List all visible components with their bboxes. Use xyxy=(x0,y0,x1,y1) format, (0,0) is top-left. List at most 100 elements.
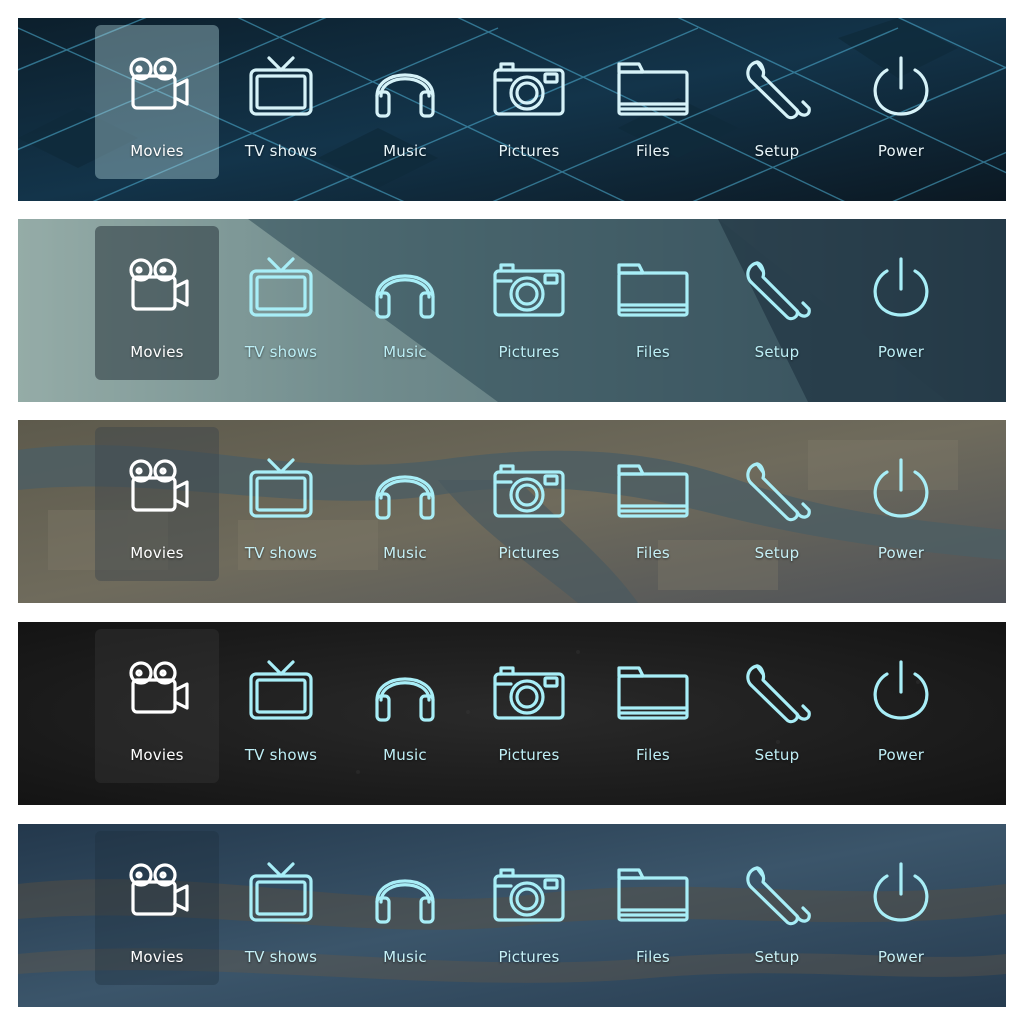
menu-item-label: Files xyxy=(636,948,670,966)
menu-item-music[interactable]: Music xyxy=(343,25,467,179)
folder-icon xyxy=(611,46,695,130)
menu-item-power[interactable]: Power xyxy=(839,831,963,985)
tv-icon xyxy=(239,247,323,331)
menu-item-pictures[interactable]: Pictures xyxy=(467,629,591,783)
menu-item-label: Files xyxy=(636,544,670,562)
menu-item-label: Music xyxy=(383,142,427,160)
menu-item-label: Files xyxy=(636,142,670,160)
menu-item-label: TV shows xyxy=(244,544,318,562)
power-icon xyxy=(859,852,943,936)
main-menu: Movies TV shows Music Pictures Files Set… xyxy=(95,25,965,179)
menu-item-music[interactable]: Music xyxy=(343,629,467,783)
wrench-icon xyxy=(735,650,819,734)
menu-panel-concrete: Movies TV shows Music Pictures Files Set… xyxy=(18,219,1006,402)
folder-icon xyxy=(611,448,695,532)
menu-item-label: TV shows xyxy=(244,948,318,966)
wrench-icon xyxy=(735,247,819,331)
menu-item-label: TV shows xyxy=(244,142,318,160)
menu-item-pictures[interactable]: Pictures xyxy=(467,831,591,985)
menu-item-movies[interactable]: Movies xyxy=(95,831,219,985)
menu-item-tv-shows[interactable]: TV shows xyxy=(219,226,343,380)
menu-item-setup[interactable]: Setup xyxy=(715,427,839,581)
menu-item-files[interactable]: Files xyxy=(591,226,715,380)
menu-item-label: Power xyxy=(877,343,925,361)
menu-item-tv-shows[interactable]: TV shows xyxy=(219,25,343,179)
menu-item-label: Files xyxy=(636,343,670,361)
headphones-icon xyxy=(363,448,447,532)
menu-item-music[interactable]: Music xyxy=(343,226,467,380)
menu-panel-rock: Movies TV shows Music Pictures Files Set… xyxy=(18,824,1006,1007)
menu-item-pictures[interactable]: Pictures xyxy=(467,226,591,380)
menu-item-label: Setup xyxy=(754,948,800,966)
menu-item-label: Movies xyxy=(130,948,184,966)
menu-panel-dark-asphalt: Movies TV shows Music Pictures Files Set… xyxy=(18,622,1006,805)
menu-item-files[interactable]: Files xyxy=(591,831,715,985)
main-menu: Movies TV shows Music Pictures Files Set… xyxy=(95,629,965,783)
camera-icon xyxy=(487,852,571,936)
menu-item-files[interactable]: Files xyxy=(591,629,715,783)
menu-item-label: Pictures xyxy=(498,544,560,562)
menu-item-label: Power xyxy=(877,948,925,966)
menu-item-power[interactable]: Power xyxy=(839,226,963,380)
menu-item-label: Setup xyxy=(754,343,800,361)
camera-icon xyxy=(487,46,571,130)
main-menu: Movies TV shows Music Pictures Files Set… xyxy=(95,226,965,380)
menu-item-movies[interactable]: Movies xyxy=(95,226,219,380)
menu-item-tv-shows[interactable]: TV shows xyxy=(219,831,343,985)
menu-item-label: Setup xyxy=(754,544,800,562)
menu-item-music[interactable]: Music xyxy=(343,831,467,985)
main-menu: Movies TV shows Music Pictures Files Set… xyxy=(95,427,965,581)
menu-item-label: Music xyxy=(383,948,427,966)
headphones-icon xyxy=(363,852,447,936)
menu-item-pictures[interactable]: Pictures xyxy=(467,427,591,581)
menu-item-pictures[interactable]: Pictures xyxy=(467,25,591,179)
menu-item-music[interactable]: Music xyxy=(343,427,467,581)
power-icon xyxy=(859,448,943,532)
menu-item-files[interactable]: Files xyxy=(591,427,715,581)
menu-item-label: Pictures xyxy=(498,948,560,966)
headphones-icon xyxy=(363,247,447,331)
movie-camera-icon xyxy=(115,46,199,130)
tv-icon xyxy=(239,448,323,532)
menu-item-movies[interactable]: Movies xyxy=(95,629,219,783)
menu-item-files[interactable]: Files xyxy=(591,25,715,179)
tv-icon xyxy=(239,650,323,734)
menu-item-movies[interactable]: Movies xyxy=(95,427,219,581)
wrench-icon xyxy=(735,448,819,532)
headphones-icon xyxy=(363,650,447,734)
menu-item-setup[interactable]: Setup xyxy=(715,831,839,985)
headphones-icon xyxy=(363,46,447,130)
menu-item-setup[interactable]: Setup xyxy=(715,226,839,380)
movie-camera-icon xyxy=(115,852,199,936)
menu-item-label: Power xyxy=(877,746,925,764)
movie-camera-icon xyxy=(115,448,199,532)
menu-item-label: Pictures xyxy=(498,343,560,361)
menu-item-label: TV shows xyxy=(244,343,318,361)
power-icon xyxy=(859,247,943,331)
movie-camera-icon xyxy=(115,650,199,734)
menu-item-label: Movies xyxy=(130,544,184,562)
menu-item-label: Music xyxy=(383,544,427,562)
menu-item-setup[interactable]: Setup xyxy=(715,629,839,783)
menu-item-tv-shows[interactable]: TV shows xyxy=(219,427,343,581)
menu-item-label: Setup xyxy=(754,746,800,764)
tv-icon xyxy=(239,46,323,130)
menu-item-setup[interactable]: Setup xyxy=(715,25,839,179)
menu-item-label: Pictures xyxy=(498,746,560,764)
folder-icon xyxy=(611,247,695,331)
menu-item-movies[interactable]: Movies xyxy=(95,25,219,179)
menu-item-label: Pictures xyxy=(498,142,560,160)
menu-panel-blue-cubes: Movies TV shows Music Pictures Files Set… xyxy=(18,18,1006,201)
menu-item-power[interactable]: Power xyxy=(839,25,963,179)
menu-item-label: Movies xyxy=(130,746,184,764)
folder-icon xyxy=(611,852,695,936)
main-menu: Movies TV shows Music Pictures Files Set… xyxy=(95,831,965,985)
movie-camera-icon xyxy=(115,247,199,331)
wrench-icon xyxy=(735,852,819,936)
menu-item-label: Power xyxy=(877,544,925,562)
menu-item-power[interactable]: Power xyxy=(839,427,963,581)
folder-icon xyxy=(611,650,695,734)
menu-item-power[interactable]: Power xyxy=(839,629,963,783)
menu-item-tv-shows[interactable]: TV shows xyxy=(219,629,343,783)
power-icon xyxy=(859,46,943,130)
